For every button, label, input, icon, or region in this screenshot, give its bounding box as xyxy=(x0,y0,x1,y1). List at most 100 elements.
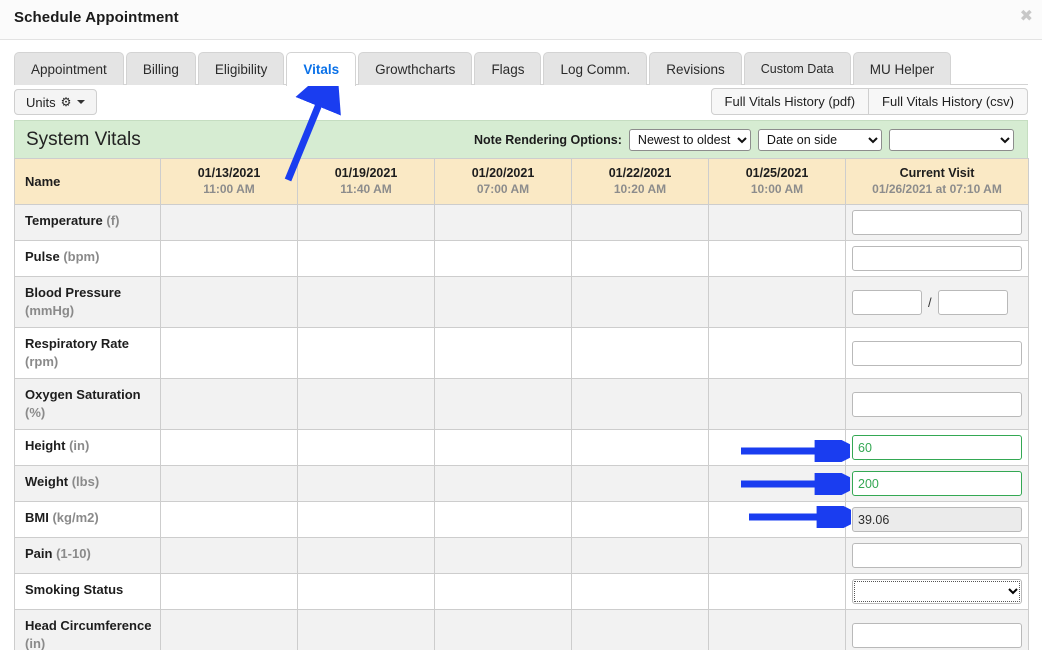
respiratory-rate-input[interactable] xyxy=(852,340,1022,366)
vital-history-cell xyxy=(571,276,709,328)
vital-history-cell xyxy=(434,240,572,277)
column-header-time: 07:00 AM xyxy=(476,182,530,196)
column-header-date: Current Visit xyxy=(899,166,975,180)
vital-history-cell xyxy=(571,609,709,650)
vital-row-label: Temperature (f) xyxy=(14,204,161,241)
vital-row-label: Head Circumference (in) xyxy=(14,609,161,650)
vital-history-cell xyxy=(297,378,435,430)
oxygen-saturation-input[interactable] xyxy=(852,391,1022,417)
units-button[interactable]: Units ⚙ xyxy=(14,89,98,115)
vital-current-cell xyxy=(845,378,1029,430)
vital-history-cell xyxy=(708,429,846,466)
temperature-input[interactable] xyxy=(852,210,1022,235)
vital-current-cell xyxy=(845,204,1029,241)
blood-pressure-systolic-input[interactable] xyxy=(852,289,922,315)
tab-eligibility[interactable]: Eligibility xyxy=(197,52,285,85)
vital-history-cell xyxy=(434,429,572,466)
tab-billing[interactable]: Billing xyxy=(125,52,196,85)
head-circumference-input[interactable] xyxy=(852,622,1022,648)
note-date-select[interactable]: Date on side xyxy=(757,129,882,151)
vital-unit: (%) xyxy=(25,405,46,420)
vital-unit: (lbs) xyxy=(71,474,100,489)
weight-input[interactable] xyxy=(852,471,1022,496)
blood-pressure-diastolic-input[interactable] xyxy=(937,289,1008,315)
tab-appointment[interactable]: Appointment xyxy=(14,52,124,85)
system-vitals-header: System Vitals Note Rendering Options: Ne… xyxy=(14,120,1028,158)
vital-current-cell xyxy=(845,240,1029,277)
tab-bar: Appointment Billing Eligibility Vitals Growt… xyxy=(14,40,1028,86)
vital-row-label: Pain (1-10) xyxy=(14,537,161,574)
vital-unit: (rpm) xyxy=(25,354,59,369)
note-order-select[interactable]: Newest to oldest xyxy=(628,129,751,151)
vital-row-label: Blood Pressure (mmHg) xyxy=(14,276,161,328)
vital-history-cell xyxy=(708,327,846,379)
column-header-current-visit: Current Visit 01/26/2021 at 07:10 AM xyxy=(845,158,1029,205)
vital-history-cell xyxy=(708,465,846,502)
vital-history-cell xyxy=(297,573,435,610)
column-header-time: 01/26/2021 at 07:10 AM xyxy=(872,182,1002,196)
column-header-date: 01/25/2021 xyxy=(745,166,809,180)
vital-history-cell xyxy=(434,537,572,574)
vital-name: Height xyxy=(25,438,66,453)
vital-current-cell xyxy=(845,573,1029,610)
tab-vitals[interactable]: Vitals xyxy=(286,52,357,86)
note-rendering-options-label: Note Rendering Options: xyxy=(474,133,622,147)
tab-revisions[interactable]: Revisions xyxy=(649,52,742,85)
tab-mu-helper[interactable]: MU Helper xyxy=(852,52,952,85)
column-header-date: 01/22/2021 xyxy=(608,166,672,180)
schedule-appointment-modal: Schedule Appointment ✖ Appointment Billin… xyxy=(0,0,1042,650)
vital-history-cell xyxy=(160,276,298,328)
height-input[interactable] xyxy=(852,435,1022,460)
vital-history-cell xyxy=(434,501,572,538)
gear-icon: ⚙ xyxy=(60,95,72,109)
vital-history-cell xyxy=(160,537,298,574)
close-icon[interactable]: ✖ xyxy=(1020,8,1033,24)
units-button-label: Units xyxy=(26,94,56,110)
tab-log-comm[interactable]: Log Comm. xyxy=(543,52,648,85)
vital-history-cell xyxy=(297,537,435,574)
vital-history-cell xyxy=(297,240,435,277)
column-header-visit-2: 01/19/2021 11:40 AM xyxy=(297,158,435,205)
vital-history-cell xyxy=(708,240,846,277)
smoking-status-select[interactable] xyxy=(852,579,1022,604)
table-row: Oxygen Saturation (%) xyxy=(14,378,1029,430)
pain-input[interactable] xyxy=(852,543,1022,568)
tab-custom-data[interactable]: Custom Data xyxy=(743,52,851,85)
system-vitals-title: System Vitals xyxy=(26,128,141,150)
blood-pressure-separator: / xyxy=(928,294,932,310)
vital-history-cell xyxy=(434,465,572,502)
note-extra-select[interactable] xyxy=(888,129,1014,151)
vital-current-cell xyxy=(845,501,1029,538)
vital-history-cell xyxy=(571,501,709,538)
vital-unit: (f) xyxy=(106,213,120,228)
blood-pressure-inputs: / xyxy=(852,289,1022,315)
vital-current-cell xyxy=(845,327,1029,379)
vital-history-cell xyxy=(297,429,435,466)
vital-history-cell xyxy=(297,501,435,538)
vital-history-cell xyxy=(160,609,298,650)
vital-history-cell xyxy=(708,501,846,538)
vital-history-cell xyxy=(571,465,709,502)
full-vitals-history-csv-button[interactable]: Full Vitals History (csv) xyxy=(869,88,1028,115)
column-header-visit-5: 01/25/2021 10:00 AM xyxy=(708,158,846,205)
chevron-down-icon xyxy=(77,100,86,104)
vital-history-cell xyxy=(160,573,298,610)
tab-flags[interactable]: Flags xyxy=(474,52,542,85)
vital-row-label: Weight (lbs) xyxy=(14,465,161,502)
pulse-input[interactable] xyxy=(852,246,1022,271)
vital-row-label: Oxygen Saturation (%) xyxy=(14,378,161,430)
full-vitals-history-pdf-button[interactable]: Full Vitals History (pdf) xyxy=(710,88,870,115)
vital-history-cell xyxy=(160,429,298,466)
tab-growthcharts[interactable]: Growthcharts xyxy=(358,52,473,85)
table-header-row: Name 01/13/2021 11:00 AM 01/19/2021 11:40 AM… xyxy=(14,158,1029,205)
bmi-input xyxy=(852,507,1022,532)
vital-name: Smoking Status xyxy=(25,582,124,597)
vital-history-cell xyxy=(708,537,846,574)
modal-header: Schedule Appointment ✖ xyxy=(0,0,1042,40)
tab-list: Appointment Billing Eligibility Vitals Growt… xyxy=(14,51,1028,86)
vital-name: Temperature xyxy=(25,213,103,228)
column-header-time: 11:40 AM xyxy=(340,182,392,196)
vital-history-cell xyxy=(297,204,435,241)
vitals-table-head: Name 01/13/2021 11:00 AM 01/19/2021 11:40 AM… xyxy=(14,158,1029,205)
vital-history-cell xyxy=(160,327,298,379)
